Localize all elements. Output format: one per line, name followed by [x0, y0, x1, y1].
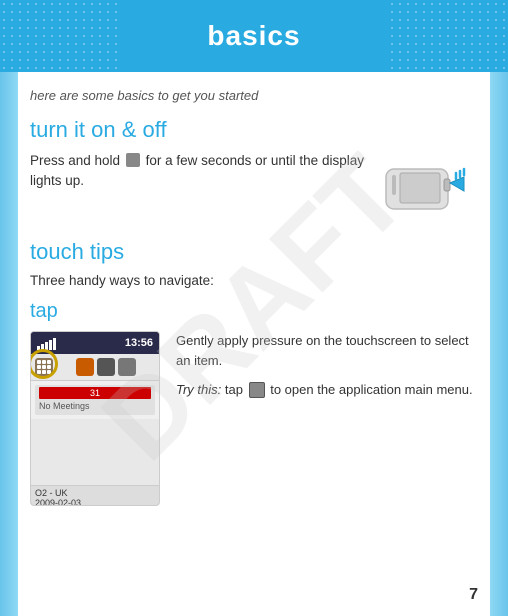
page-subtitle: here are some basics to get you started [30, 88, 478, 103]
power-device-svg [378, 151, 478, 221]
signal-bar-4 [49, 340, 52, 350]
tap-title: tap [30, 300, 478, 323]
header-dots-left [0, 0, 120, 72]
app-icon-msg [97, 358, 115, 376]
page-title: basics [207, 20, 300, 52]
page-number: 7 [469, 586, 478, 604]
app-icon-call [118, 358, 136, 376]
app-icon-contact [76, 358, 94, 376]
phone-screenshot: 13:56 [30, 331, 160, 506]
header-dots-right [388, 0, 508, 72]
phone-body: 31 No Meetings O2 - UK 2009-02-03 [31, 381, 159, 506]
touch-tips-section: touch tips Three handy ways to navigate: [30, 239, 478, 288]
tap-main-text: Gently apply pressure on the touchscreen… [176, 331, 478, 370]
page-header: basics [0, 0, 508, 72]
tap-section: tap 13:56 [30, 300, 478, 506]
three-ways-text: Three handy ways to navigate: [30, 273, 478, 288]
section-touch-tips-title: touch tips [30, 239, 478, 265]
phone-top-icons [31, 354, 159, 381]
power-button-inline-icon [126, 153, 140, 167]
phone-operator: O2 - UK [35, 488, 155, 498]
menu-inline-icon [249, 382, 265, 398]
signal-bar-5 [53, 338, 56, 350]
section-on-off-title: turn it on & off [30, 117, 478, 143]
tap-try-this: Try this: tap to open the application ma… [176, 380, 478, 400]
tap-circle-indicator [30, 349, 58, 379]
device-power-illustration [378, 151, 478, 221]
cal-header: 31 [39, 387, 151, 399]
signal-bars [37, 336, 56, 350]
phone-bottom-info: O2 - UK 2009-02-03 [31, 485, 159, 506]
try-this-label: Try this: [176, 382, 221, 397]
on-off-section: Press and hold for a few seconds or unti… [30, 151, 478, 221]
tap-description: Gently apply pressure on the touchscreen… [176, 331, 478, 400]
tap-content: 13:56 [30, 331, 478, 506]
cal-body: No Meetings [39, 399, 151, 413]
phone-calendar: 31 No Meetings [35, 385, 155, 415]
phone-date: 2009-02-03 [35, 498, 155, 506]
phone-wallpaper [31, 419, 159, 485]
phone-time: 13:56 [125, 337, 153, 349]
on-off-description: Press and hold for a few seconds or unti… [30, 151, 378, 192]
main-content: here are some basics to get you started … [0, 72, 508, 522]
